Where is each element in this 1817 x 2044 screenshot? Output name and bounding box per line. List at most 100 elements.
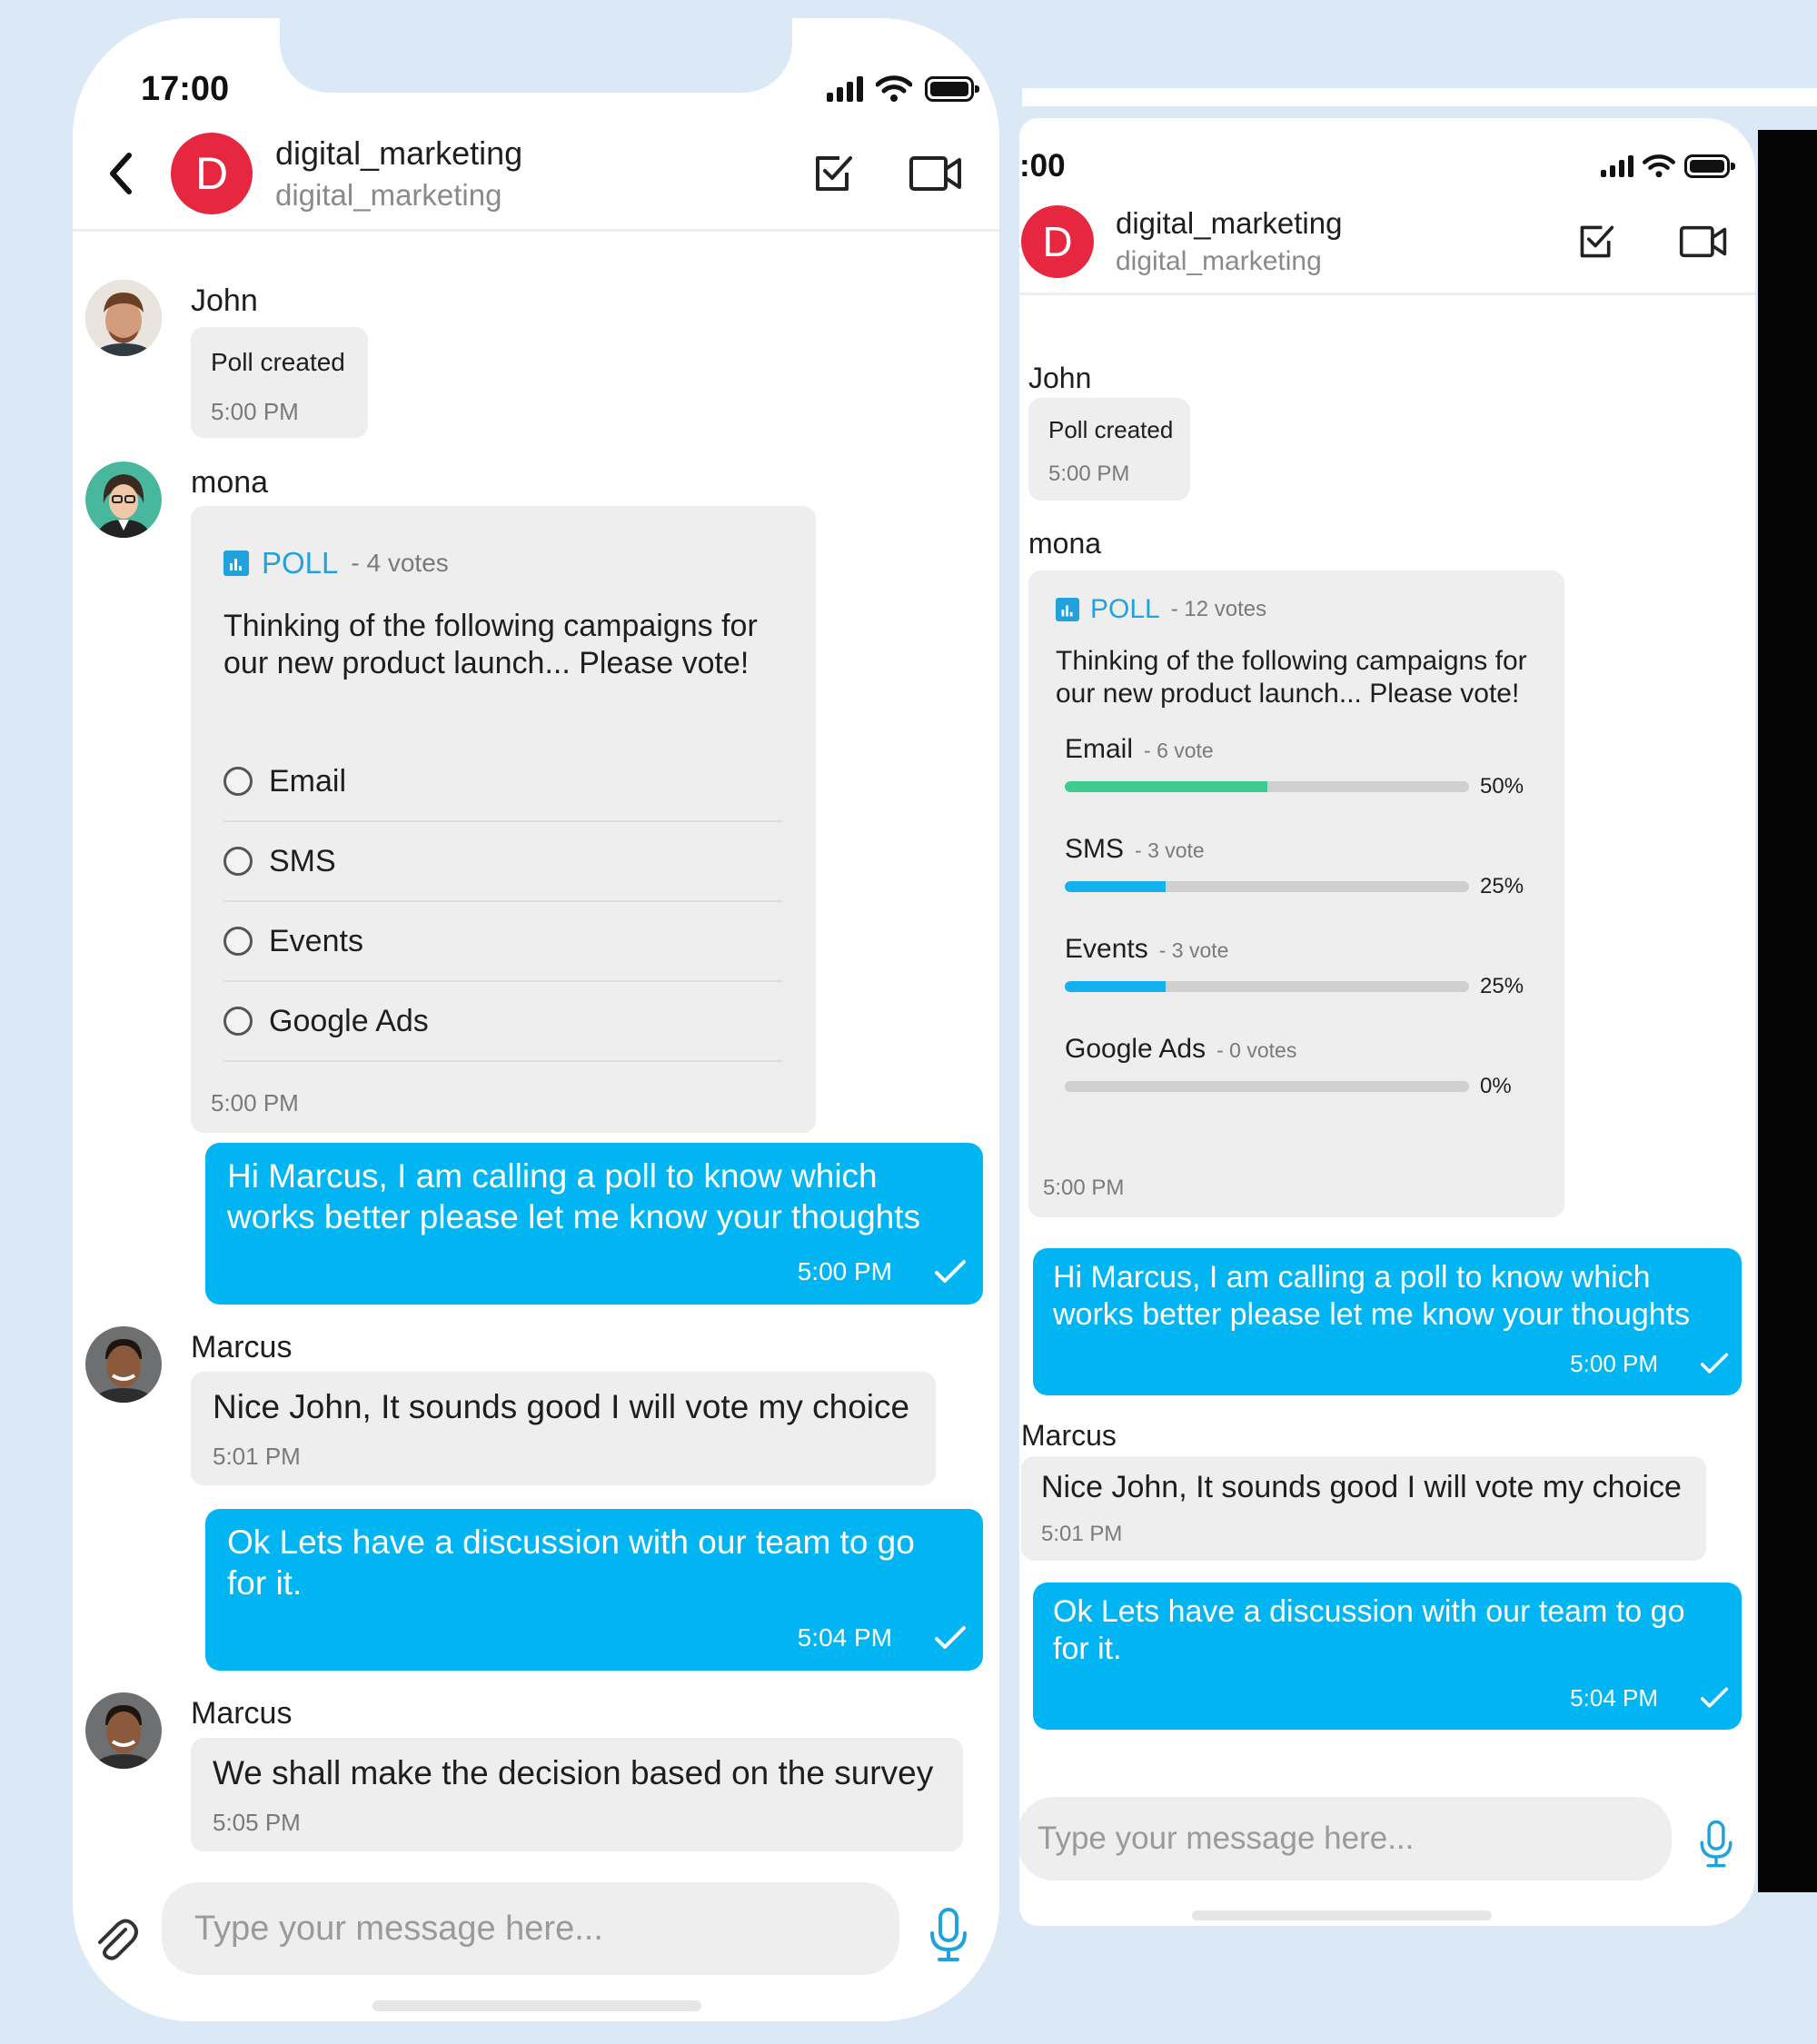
message-time: 5:04 PM (797, 1623, 892, 1652)
sender-name: Marcus (1021, 1419, 1117, 1452)
poll-result-percent: 50% (1480, 774, 1524, 799)
poll-chart-icon (223, 551, 249, 576)
poll-question: Thinking of the following campaigns for … (223, 609, 758, 680)
chat-title: digital_marketing (1116, 206, 1343, 240)
status-bar: 17:00 (73, 64, 999, 114)
outgoing-message-bubble[interactable]: Ok Lets have a discussion with our team … (1033, 1583, 1742, 1730)
poll-option-sms[interactable]: SMS (223, 822, 783, 902)
chat-header: D digital_marketing digital_marketing (1019, 191, 1755, 295)
poll-result-option: Email (1065, 734, 1134, 764)
poll-result-label: SMS - 3 vote (1065, 834, 1205, 865)
radio-button[interactable] (223, 767, 253, 796)
poll-option-events[interactable]: Events (223, 902, 783, 982)
poll-result-bar-track (1065, 781, 1469, 792)
person-marcus-icon (85, 1692, 162, 1769)
message-time: 5:00 PM (797, 1257, 892, 1285)
outgoing-message-bubble[interactable]: Hi Marcus, I am calling a poll to know w… (205, 1143, 983, 1305)
video-call-button[interactable] (1679, 225, 1728, 258)
message-bubble[interactable]: Nice John, It sounds good I will vote my… (1021, 1456, 1706, 1561)
message-time: 5:00 PM (1048, 461, 1130, 486)
video-call-icon (1679, 225, 1727, 258)
message-input[interactable] (194, 1909, 867, 1949)
home-indicator (372, 2000, 701, 2011)
message-bubble[interactable]: Nice John, It sounds good I will vote my… (191, 1372, 936, 1485)
message-input-pill[interactable] (162, 1882, 899, 1975)
video-call-button[interactable] (908, 155, 963, 192)
chat-subtitle: digital_marketing (275, 178, 502, 212)
sender-name: mona (1028, 527, 1102, 560)
message-text: Poll created (1048, 416, 1174, 443)
microphone-icon[interactable] (927, 1906, 970, 1964)
message-time: 5:01 PM (213, 1443, 301, 1470)
poll-result-votes: - 6 vote (1144, 739, 1214, 762)
person-marcus-icon (85, 1326, 162, 1403)
group-avatar[interactable]: D (1021, 205, 1094, 278)
message-text: Nice John, It sounds good I will vote my… (1041, 1470, 1682, 1504)
sender-name: Marcus (191, 1696, 293, 1731)
message-time: 5:00 PM (1043, 1176, 1125, 1200)
poll-header: POLL - 4 votes (223, 546, 449, 580)
wifi-icon (1643, 154, 1675, 178)
read-tick-icon (1700, 1687, 1729, 1708)
message-text: Poll created (211, 348, 345, 376)
poll-question: Thinking of the following campaigns for … (1056, 646, 1527, 709)
poll-chart-icon (1056, 598, 1079, 621)
microphone-icon[interactable] (1697, 1819, 1735, 1870)
battery-icon (925, 76, 979, 102)
poll-card: POLL - 4 votes Thinking of the following… (191, 506, 816, 1133)
read-tick-icon (1700, 1353, 1729, 1374)
message-input-pill[interactable] (1019, 1797, 1672, 1880)
radio-button[interactable] (223, 1007, 253, 1036)
avatar-marcus[interactable] (85, 1326, 162, 1403)
status-time: 17:00 (141, 69, 230, 108)
checkbox-icon (816, 156, 852, 191)
sender-name: Marcus (191, 1330, 293, 1364)
avatar-john[interactable] (85, 280, 162, 356)
poll-result-label: Events - 3 vote (1065, 934, 1228, 965)
poll-option-email[interactable]: Email (223, 742, 783, 822)
poll-result-option: Events (1065, 934, 1148, 964)
signal-icon (1601, 155, 1633, 177)
chat-subtitle: digital_marketing (1116, 246, 1322, 276)
person-john-icon (85, 280, 162, 356)
poll-result-option: Google Ads (1065, 1034, 1206, 1064)
message-input[interactable] (1038, 1821, 1652, 1857)
outgoing-message-bubble[interactable]: Hi Marcus, I am calling a poll to know w… (1033, 1248, 1742, 1395)
message-text: Hi Marcus, I am calling a poll to know w… (227, 1157, 920, 1236)
message-time: 5:00 PM (211, 1089, 299, 1116)
poll-result-percent: 25% (1480, 874, 1524, 898)
task-button[interactable] (1577, 223, 1615, 261)
message-bubble-poll-created[interactable]: Poll created 5:00 PM (191, 327, 368, 438)
poll-result-bar-fill (1065, 981, 1167, 992)
poll-label: POLL (1090, 594, 1160, 624)
radio-button[interactable] (223, 847, 253, 876)
avatar-marcus[interactable] (85, 1692, 162, 1769)
radio-button[interactable] (223, 927, 253, 956)
poll-result-label: Email - 6 vote (1065, 734, 1214, 765)
task-button[interactable] (812, 153, 854, 194)
sender-name: John (191, 283, 258, 318)
poll-option-google-ads[interactable]: Google Ads (223, 982, 783, 1062)
outgoing-message-bubble[interactable]: Ok Lets have a discussion with our team … (205, 1509, 983, 1671)
message-bubble[interactable]: We shall make the decision based on the … (191, 1738, 963, 1851)
message-time: 5:00 PM (1570, 1350, 1658, 1377)
poll-option-label: Events (269, 923, 363, 958)
person-mona-icon (85, 461, 162, 538)
paperclip-icon[interactable] (91, 1915, 140, 1964)
avatar-mona[interactable] (85, 461, 162, 538)
poll-results-card: POLL - 12 votes Thinking of the followin… (1028, 571, 1564, 1217)
video-call-icon (909, 156, 961, 191)
back-button[interactable] (98, 146, 144, 201)
poll-result-bar-track (1065, 981, 1469, 992)
poll-result-votes: - 3 vote (1135, 838, 1205, 862)
message-bubble-poll-created[interactable]: Poll created 5:00 PM (1028, 398, 1190, 501)
back-chevron-icon (110, 153, 132, 194)
poll-vote-count: - 12 votes (1170, 597, 1267, 621)
read-tick-icon (935, 1260, 966, 1283)
checkbox-icon (1580, 225, 1614, 258)
message-text: Nice John, It sounds good I will vote my… (213, 1388, 910, 1425)
sender-name: John (1028, 362, 1092, 394)
group-avatar[interactable]: D (171, 133, 253, 214)
poll-result-bar-fill (1065, 781, 1267, 792)
wifi-icon (876, 75, 912, 102)
